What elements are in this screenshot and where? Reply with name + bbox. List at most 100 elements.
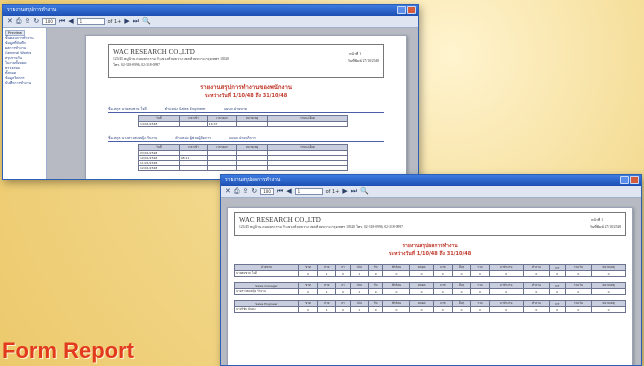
- report-page: WAC RESEARCH CO.,LTD 123/45 หมู่บ้าน ถนน…: [227, 207, 633, 365]
- value-cell: 0: [522, 288, 550, 295]
- zoom-select[interactable]: 100: [260, 188, 274, 195]
- close-button[interactable]: [407, 6, 416, 14]
- value-cell: 0: [409, 270, 434, 277]
- company-phone: โทร. 02-318-0996, 02-318-0997: [113, 63, 160, 67]
- window-titlebar: รายงานสรุปการทำงาน: [3, 5, 418, 16]
- summary-table: ฝ่ายขาย ขาด สาย ลา ป่วย กิจ พักร้อน คลอด บวช อื่น…: [234, 264, 626, 277]
- value-cell: 0: [564, 306, 593, 313]
- viewer-toolbar: ✕ ⎙ ⇪ ↻ 100 ⏮ ◀ 1 of 1+ ▶ ⏭ 🔍: [221, 186, 641, 198]
- value-cell: 0: [382, 288, 411, 295]
- value-cell: 0: [548, 288, 566, 295]
- value-cell: 0: [470, 270, 490, 277]
- page-number: หน้าที่ 1: [349, 52, 361, 56]
- employee-name: ชื่อ-สกุล นางสาวสมหญิง รักงาน: [108, 136, 158, 140]
- value-cell: 1: [349, 288, 370, 295]
- value-cell: 0: [382, 306, 411, 313]
- value-cell: 0: [368, 306, 384, 313]
- close-view-icon[interactable]: ✕: [7, 18, 13, 25]
- prev-page-icon[interactable]: ◀: [286, 188, 291, 195]
- value-cell: 0: [564, 288, 593, 295]
- preview-area: WAC RESEARCH CO.,LTD 123/45 หมู่บ้าน ถนน…: [47, 28, 418, 179]
- value-cell: 0: [335, 306, 351, 313]
- employee-position: ตำแหน่ง Sales Engineer: [164, 107, 206, 111]
- company-header: WAC RESEARCH CO.,LTD 123/45 หมู่บ้าน ถนน…: [234, 212, 626, 236]
- export-icon[interactable]: ⇪: [24, 18, 30, 25]
- attendance-table-1: วันที่ เวลาเข้า เวลาออก หมายเหตุ รายละเอ…: [138, 115, 348, 127]
- print-date: วันที่พิมพ์ 27/10/2548: [589, 225, 621, 229]
- first-page-icon[interactable]: ⏮: [59, 18, 65, 25]
- first-page-icon[interactable]: ⏮: [277, 188, 283, 195]
- page-input[interactable]: 1: [294, 188, 323, 195]
- page-input[interactable]: 1: [76, 18, 105, 25]
- search-icon[interactable]: 🔍: [360, 188, 369, 195]
- print-date: วันที่พิมพ์ 27/10/2548: [347, 59, 379, 63]
- value-cell: 1: [317, 270, 337, 277]
- table-row: นางสาวสมหญิง รักงาน 0 1 0 1 0 0 0 0 0 0 0 0 0 0 0: [234, 288, 626, 295]
- report-window-front: รายงานสรุปผลการทำงาน ✕ ⎙ ⇪ ↻ 100 ⏮ ◀ 1 o…: [220, 174, 642, 366]
- report-window-back: รายงานสรุปการทำงาน ✕ ⎙ ⇪ ↻ 100 ⏮ ◀ 1 of …: [2, 4, 419, 180]
- close-button[interactable]: [630, 176, 639, 184]
- value-cell: 0: [432, 306, 453, 313]
- value-cell: 0: [297, 306, 319, 313]
- search-icon[interactable]: 🔍: [142, 18, 151, 25]
- page-of-label: of 1+: [107, 18, 122, 25]
- viewer-toolbar: ✕ ⎙ ⇪ ↻ 100 ⏮ ◀ 1 of 1+ ▶ ⏭ 🔍: [3, 16, 418, 28]
- value-cell: 0: [564, 270, 593, 277]
- prev-page-icon[interactable]: ◀: [68, 18, 73, 25]
- print-icon[interactable]: ⎙: [234, 188, 240, 195]
- minimize-button[interactable]: [397, 6, 406, 14]
- window-title: รายงานสรุปการทำงาน: [7, 7, 57, 13]
- preview-area: WAC RESEARCH CO.,LTD 123/45 หมู่บ้าน ถนน…: [221, 198, 641, 365]
- minimize-button[interactable]: [620, 176, 629, 184]
- value-cell: 1: [349, 270, 370, 277]
- value-cell: 0: [451, 288, 472, 295]
- company-header: WAC RESEARCH CO.,LTD 123/45 หมู่บ้าน ถนน…: [108, 44, 384, 78]
- next-page-icon[interactable]: ▶: [342, 188, 347, 195]
- value-cell: 0: [488, 306, 524, 313]
- report-title: รายงานสรุปผลการทำงาน: [402, 243, 458, 249]
- refresh-icon[interactable]: ↻: [33, 18, 39, 25]
- tree-item[interactable]: บันทึกการทำงาน: [5, 81, 44, 86]
- value-cell: 0: [335, 288, 351, 295]
- table-row: 12/01/2548: [138, 165, 348, 171]
- close-view-icon[interactable]: ✕: [225, 188, 231, 195]
- export-icon[interactable]: ⇪: [242, 188, 248, 195]
- summary-table: Sales Engineer ขาด สาย ลา ป่วย กิจ พักร้อน คลอด…: [234, 300, 626, 313]
- value-cell: 0: [591, 306, 626, 313]
- print-icon[interactable]: ⎙: [16, 18, 22, 25]
- value-cell: 0: [488, 270, 524, 277]
- page-number: หน้าที่ 1: [591, 218, 603, 222]
- value-cell: 0: [522, 270, 550, 277]
- last-page-icon[interactable]: ⏭: [351, 188, 357, 195]
- divider: [108, 112, 384, 113]
- value-cell: 0: [297, 288, 319, 295]
- value-cell: 0: [591, 288, 626, 295]
- report-subtitle: ระหว่างวันที่ 1/10/48 ถึง 31/10/48: [388, 251, 472, 257]
- group-tree: Preview ขั้นตอนการทำงาน ข้อมูลที่บันทึก …: [3, 28, 47, 179]
- table-row: 14/01/2548 16:37: [138, 121, 348, 127]
- value-cell: 0: [368, 270, 384, 277]
- report-subtitle: ระหว่างวันที่ 1/10/48 ถึง 31/10/48: [204, 93, 288, 99]
- tree-list: ขั้นตอนการทำงาน ข้อมูลที่บันทึก ผลการทำง…: [5, 36, 44, 86]
- report-page: WAC RESEARCH CO.,LTD 123/45 หมู่บ้าน ถนน…: [85, 35, 407, 179]
- table-row: นายสมชาย ใจดี 0 1 0 1 0 0 0 0 0 0 0 0 0 0 0: [234, 270, 626, 277]
- zoom-select[interactable]: 100: [42, 18, 56, 25]
- next-page-icon[interactable]: ▶: [124, 18, 129, 25]
- value-cell: 0: [548, 306, 566, 313]
- value-cell: 0: [432, 270, 453, 277]
- company-name: WAC RESEARCH CO.,LTD: [239, 216, 321, 224]
- last-page-icon[interactable]: ⏭: [133, 18, 139, 25]
- refresh-icon[interactable]: ↻: [251, 188, 257, 195]
- employee-cell: นายวิชัย มั่นคง: [234, 306, 299, 313]
- summary-table: Sales manager ขาด สาย ลา ป่วย กิจ พักร้อน คลอดบ…: [234, 282, 626, 295]
- company-name: WAC RESEARCH CO.,LTD: [113, 48, 195, 56]
- employee-dept: แผนก ฝ่ายบริการ: [229, 136, 256, 140]
- company-address: 123/45 หมู่บ้าน ถนนพระราม 9 แขวงห้วยขวาง…: [239, 225, 403, 229]
- value-cell: 0: [470, 288, 490, 295]
- caption-title: Form Report: [2, 338, 134, 363]
- employee-name: ชื่อ-สกุล นายสมชาย ใจดี: [108, 107, 147, 111]
- value-cell: 0: [409, 288, 434, 295]
- value-cell: 0: [297, 270, 319, 277]
- value-cell: 0: [382, 270, 411, 277]
- report-title: รายงานสรุปการทำงานของพนักงาน: [200, 84, 292, 91]
